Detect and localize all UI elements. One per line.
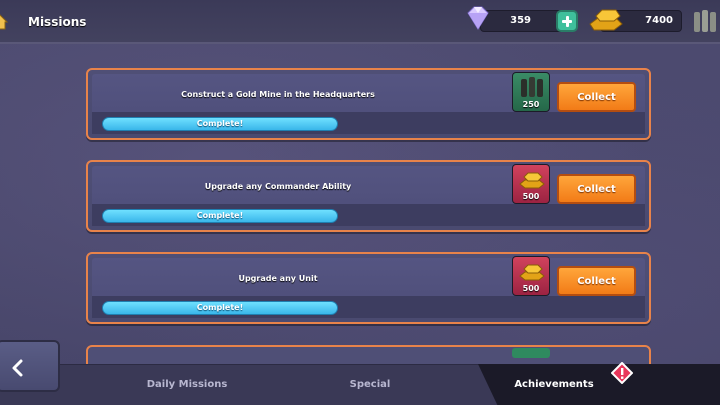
tab-achievements[interactable]: Achievements — [478, 364, 720, 405]
collect-button[interactable]: Collect — [557, 174, 636, 204]
page-title: Missions — [28, 15, 87, 29]
mission-card: Upgrade any Unit Complete! 500 Collect — [86, 252, 651, 324]
mission-card: Construct a Gold Mine in the Headquarter… — [86, 68, 651, 140]
tab-label: Daily Missions — [146, 379, 228, 390]
home-icon[interactable] — [0, 14, 8, 30]
gem-amount: 359 — [510, 15, 531, 26]
gold-bars-icon — [519, 264, 545, 281]
reward-amount: 500 — [522, 192, 540, 201]
reward-badge — [512, 348, 550, 358]
tab-label: Special — [349, 379, 391, 390]
ammo-icon — [521, 77, 543, 97]
mission-card: Upgrade any Commander Ability Complete! … — [86, 160, 651, 232]
ammo-icon — [694, 10, 716, 32]
reward-amount: 250 — [522, 100, 540, 109]
alert-icon — [611, 362, 633, 384]
reward-badge: 500 — [512, 256, 550, 296]
mission-description: Construct a Gold Mine in the Headquarter… — [181, 90, 375, 99]
gold-bars-icon — [589, 9, 623, 31]
chevron-left-icon — [12, 359, 23, 377]
back-button[interactable] — [0, 340, 60, 392]
progress-label: Complete! — [196, 119, 244, 128]
tab-special[interactable]: Special — [260, 364, 480, 405]
progress-bar: Complete! — [102, 209, 338, 223]
mission-description: Upgrade any Unit — [238, 274, 318, 283]
mission-description: Upgrade any Commander Ability — [204, 182, 352, 191]
gold-bars-icon — [519, 172, 545, 189]
gold-amount: 7400 — [645, 15, 673, 26]
top-bar: Missions 359 7400 — [0, 0, 720, 44]
progress-label: Complete! — [196, 211, 244, 220]
progress-label: Complete! — [196, 303, 244, 312]
gem-icon — [467, 6, 489, 30]
buy-gems-button[interactable] — [556, 10, 578, 32]
collect-button[interactable]: Collect — [557, 82, 636, 112]
reward-badge: 250 — [512, 72, 550, 112]
tab-label: Achievements — [514, 379, 594, 390]
progress-bar: Complete! — [102, 117, 338, 131]
collect-button[interactable]: Collect — [557, 266, 636, 296]
reward-amount: 500 — [522, 284, 540, 293]
progress-bar: Complete! — [102, 301, 338, 315]
reward-badge: 500 — [512, 164, 550, 204]
